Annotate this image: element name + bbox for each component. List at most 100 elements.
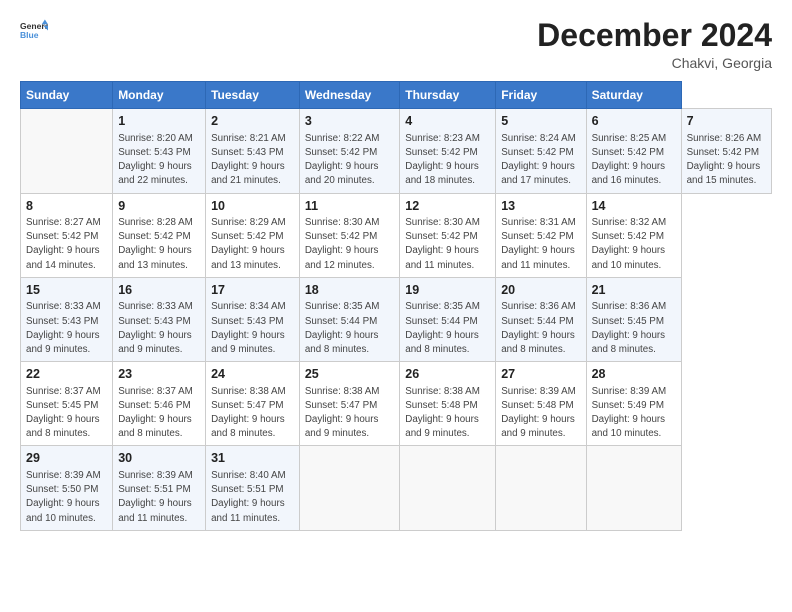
day-detail: Sunrise: 8:39 AMSunset: 5:50 PMDaylight:… [26,469,107,526]
day-number: 7 [687,113,766,131]
calendar-cell: 31Sunrise: 8:40 AMSunset: 5:51 PMDayligh… [206,446,300,530]
day-detail: Sunrise: 8:27 AMSunset: 5:42 PMDaylight:… [26,216,107,273]
calendar-cell [586,446,681,530]
day-detail: Sunrise: 8:29 AMSunset: 5:42 PMDaylight:… [211,216,294,273]
calendar-cell: 20Sunrise: 8:36 AMSunset: 5:44 PMDayligh… [496,277,586,361]
day-detail: Sunrise: 8:25 AMSunset: 5:42 PMDaylight:… [592,132,676,189]
day-detail: Sunrise: 8:38 AMSunset: 5:48 PMDaylight:… [405,385,490,442]
day-detail: Sunrise: 8:37 AMSunset: 5:46 PMDaylight:… [118,385,200,442]
weekday-header-row: SundayMondayTuesdayWednesdayThursdayFrid… [21,82,772,109]
calendar-week-row: 1Sunrise: 8:20 AMSunset: 5:43 PMDaylight… [21,109,772,193]
day-number: 26 [405,366,490,384]
weekday-header-monday: Monday [113,82,206,109]
day-detail: Sunrise: 8:26 AMSunset: 5:42 PMDaylight:… [687,132,766,189]
day-number: 14 [592,198,676,216]
day-detail: Sunrise: 8:32 AMSunset: 5:42 PMDaylight:… [592,216,676,273]
day-detail: Sunrise: 8:24 AMSunset: 5:42 PMDaylight:… [501,132,580,189]
day-number: 5 [501,113,580,131]
day-number: 22 [26,366,107,384]
calendar-cell: 13Sunrise: 8:31 AMSunset: 5:42 PMDayligh… [496,193,586,277]
day-number: 2 [211,113,294,131]
calendar-week-row: 22Sunrise: 8:37 AMSunset: 5:45 PMDayligh… [21,362,772,446]
calendar-cell: 16Sunrise: 8:33 AMSunset: 5:43 PMDayligh… [113,277,206,361]
calendar-cell: 4Sunrise: 8:23 AMSunset: 5:42 PMDaylight… [400,109,496,193]
calendar-cell: 6Sunrise: 8:25 AMSunset: 5:42 PMDaylight… [586,109,681,193]
day-detail: Sunrise: 8:30 AMSunset: 5:42 PMDaylight:… [305,216,394,273]
day-detail: Sunrise: 8:30 AMSunset: 5:42 PMDaylight:… [405,216,490,273]
day-number: 31 [211,450,294,468]
calendar-cell: 8Sunrise: 8:27 AMSunset: 5:42 PMDaylight… [21,193,113,277]
calendar-week-row: 8Sunrise: 8:27 AMSunset: 5:42 PMDaylight… [21,193,772,277]
day-number: 8 [26,198,107,216]
day-number: 12 [405,198,490,216]
calendar-cell: 5Sunrise: 8:24 AMSunset: 5:42 PMDaylight… [496,109,586,193]
header: General Blue December 2024 Chakvi, Georg… [20,18,772,71]
calendar-cell: 3Sunrise: 8:22 AMSunset: 5:42 PMDaylight… [299,109,399,193]
calendar-cell: 18Sunrise: 8:35 AMSunset: 5:44 PMDayligh… [299,277,399,361]
logo-icon: General Blue [20,18,48,46]
calendar-cell: 17Sunrise: 8:34 AMSunset: 5:43 PMDayligh… [206,277,300,361]
day-number: 6 [592,113,676,131]
day-number: 17 [211,282,294,300]
day-number: 13 [501,198,580,216]
calendar-cell: 28Sunrise: 8:39 AMSunset: 5:49 PMDayligh… [586,362,681,446]
day-detail: Sunrise: 8:36 AMSunset: 5:45 PMDaylight:… [592,300,676,357]
calendar-cell: 25Sunrise: 8:38 AMSunset: 5:47 PMDayligh… [299,362,399,446]
calendar-table: SundayMondayTuesdayWednesdayThursdayFrid… [20,81,772,531]
day-detail: Sunrise: 8:34 AMSunset: 5:43 PMDaylight:… [211,300,294,357]
weekday-header-wednesday: Wednesday [299,82,399,109]
day-detail: Sunrise: 8:39 AMSunset: 5:51 PMDaylight:… [118,469,200,526]
day-detail: Sunrise: 8:36 AMSunset: 5:44 PMDaylight:… [501,300,580,357]
calendar-cell: 15Sunrise: 8:33 AMSunset: 5:43 PMDayligh… [21,277,113,361]
day-number: 10 [211,198,294,216]
calendar-cell: 26Sunrise: 8:38 AMSunset: 5:48 PMDayligh… [400,362,496,446]
weekday-header-thursday: Thursday [400,82,496,109]
calendar-cell: 14Sunrise: 8:32 AMSunset: 5:42 PMDayligh… [586,193,681,277]
calendar-cell: 1Sunrise: 8:20 AMSunset: 5:43 PMDaylight… [113,109,206,193]
day-number: 27 [501,366,580,384]
calendar-cell [21,109,113,193]
day-number: 1 [118,113,200,131]
title-month: December 2024 [537,18,772,53]
logo: General Blue [20,18,48,46]
title-location: Chakvi, Georgia [537,55,772,71]
weekday-header-saturday: Saturday [586,82,681,109]
day-number: 24 [211,366,294,384]
calendar-cell: 2Sunrise: 8:21 AMSunset: 5:43 PMDaylight… [206,109,300,193]
calendar-cell [496,446,586,530]
calendar-cell: 22Sunrise: 8:37 AMSunset: 5:45 PMDayligh… [21,362,113,446]
day-number: 11 [305,198,394,216]
calendar-cell [299,446,399,530]
day-detail: Sunrise: 8:33 AMSunset: 5:43 PMDaylight:… [118,300,200,357]
day-detail: Sunrise: 8:21 AMSunset: 5:43 PMDaylight:… [211,132,294,189]
day-detail: Sunrise: 8:28 AMSunset: 5:42 PMDaylight:… [118,216,200,273]
calendar-cell: 12Sunrise: 8:30 AMSunset: 5:42 PMDayligh… [400,193,496,277]
calendar-cell: 24Sunrise: 8:38 AMSunset: 5:47 PMDayligh… [206,362,300,446]
day-number: 19 [405,282,490,300]
day-detail: Sunrise: 8:37 AMSunset: 5:45 PMDaylight:… [26,385,107,442]
day-detail: Sunrise: 8:38 AMSunset: 5:47 PMDaylight:… [211,385,294,442]
day-number: 15 [26,282,107,300]
calendar-cell: 7Sunrise: 8:26 AMSunset: 5:42 PMDaylight… [681,109,771,193]
day-number: 4 [405,113,490,131]
calendar-cell: 9Sunrise: 8:28 AMSunset: 5:42 PMDaylight… [113,193,206,277]
day-number: 20 [501,282,580,300]
day-number: 23 [118,366,200,384]
day-detail: Sunrise: 8:31 AMSunset: 5:42 PMDaylight:… [501,216,580,273]
calendar-cell: 11Sunrise: 8:30 AMSunset: 5:42 PMDayligh… [299,193,399,277]
page-container: General Blue December 2024 Chakvi, Georg… [0,0,792,541]
day-detail: Sunrise: 8:39 AMSunset: 5:49 PMDaylight:… [592,385,676,442]
weekday-header-tuesday: Tuesday [206,82,300,109]
day-detail: Sunrise: 8:40 AMSunset: 5:51 PMDaylight:… [211,469,294,526]
calendar-cell: 29Sunrise: 8:39 AMSunset: 5:50 PMDayligh… [21,446,113,530]
calendar-cell: 23Sunrise: 8:37 AMSunset: 5:46 PMDayligh… [113,362,206,446]
weekday-header-friday: Friday [496,82,586,109]
day-detail: Sunrise: 8:38 AMSunset: 5:47 PMDaylight:… [305,385,394,442]
calendar-week-row: 15 Sunrise: 8:33 AMSunset: 5:43 PMDayligh… [21,277,772,361]
day-number: 18 [305,282,394,300]
calendar-cell: 10Sunrise: 8:29 AMSunset: 5:42 PMDayligh… [206,193,300,277]
day-number: 28 [592,366,676,384]
day-detail: Sunrise: 8:23 AMSunset: 5:42 PMDaylight:… [405,132,490,189]
svg-text:Blue: Blue [20,30,39,40]
day-detail: Sunrise: 8:39 AMSunset: 5:48 PMDaylight:… [501,385,580,442]
